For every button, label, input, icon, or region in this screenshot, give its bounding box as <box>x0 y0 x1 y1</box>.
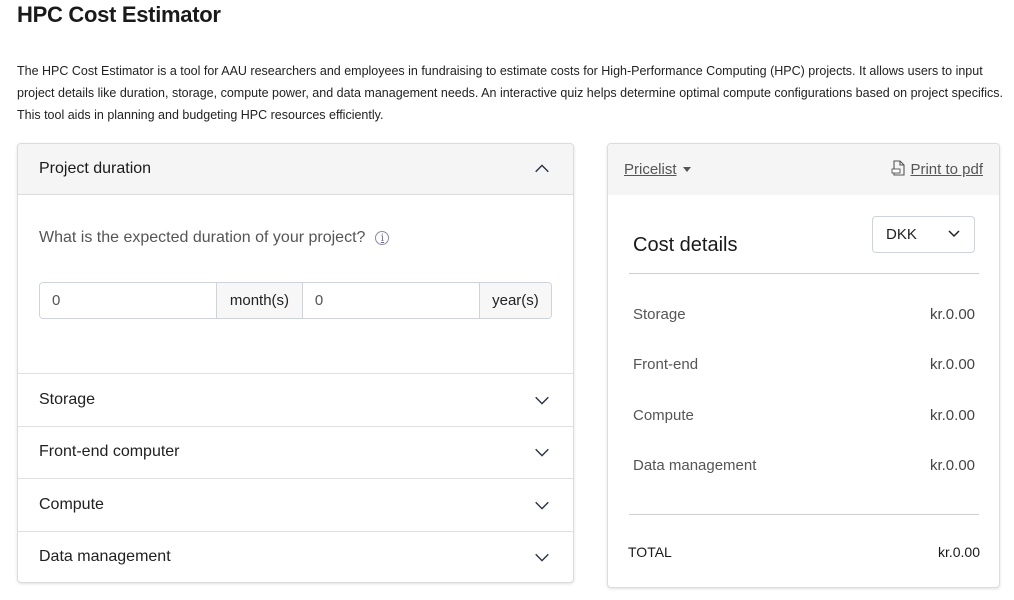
months-input[interactable] <box>40 283 216 318</box>
cost-details-heading: Cost details <box>633 234 738 256</box>
chevron-down-icon <box>532 390 552 410</box>
pricelist-dropdown[interactable]: Pricelist <box>624 161 691 178</box>
cost-row-amount: kr.0.00 <box>929 407 975 424</box>
currency-select[interactable]: DKK <box>872 216 975 253</box>
cost-row-label: Compute <box>633 407 694 424</box>
cost-row-label: Data management <box>633 457 757 474</box>
duration-question-text: What is the expected duration of your pr… <box>39 229 366 246</box>
cost-total: TOTAL kr.0.00 <box>628 544 980 560</box>
file-pdf-icon <box>891 159 906 180</box>
cost-row-front-end: Front-end kr.0.00 <box>633 356 975 373</box>
total-amount: kr.0.00 <box>937 544 980 560</box>
months-unit-label: month(s) <box>216 283 303 318</box>
accordion-title: Storage <box>39 390 96 408</box>
cost-row-amount: kr.0.00 <box>929 457 975 474</box>
caret-down-icon <box>682 167 691 172</box>
accordion-item-storage[interactable]: Storage <box>18 373 573 426</box>
cost-row-amount: kr.0.00 <box>929 356 975 373</box>
cost-row-label: Storage <box>633 306 686 323</box>
print-label: Print to pdf <box>910 161 983 178</box>
estimator-accordion: Project duration What is the expected du… <box>17 143 574 583</box>
chevron-down-icon <box>532 547 552 567</box>
accordion-item-compute[interactable]: Compute <box>18 478 573 531</box>
accordion-header-project-duration[interactable]: Project duration <box>18 144 573 195</box>
cost-row-data-management: Data management kr.0.00 <box>633 457 975 474</box>
accordion-title: Project duration <box>39 160 152 177</box>
accordion-title: Compute <box>39 495 104 513</box>
cost-row-compute: Compute kr.0.00 <box>633 407 975 424</box>
divider <box>629 514 979 515</box>
cost-panel: Pricelist Print to pdf Cost details DKK … <box>607 143 1000 588</box>
accordion-title: Data management <box>39 548 171 566</box>
print-to-pdf-button[interactable]: Print to pdf <box>891 159 983 180</box>
cost-panel-toolbar: Pricelist Print to pdf <box>608 144 999 195</box>
accordion-item-front-end-computer[interactable]: Front-end computer <box>18 425 573 479</box>
chevron-down-icon <box>532 495 552 515</box>
duration-question: What is the expected duration of your pr… <box>39 229 390 247</box>
years-input[interactable] <box>302 283 479 318</box>
project-duration-panel: What is the expected duration of your pr… <box>18 195 573 373</box>
cost-row-amount: kr.0.00 <box>929 306 975 323</box>
cost-row-label: Front-end <box>633 356 699 373</box>
duration-input-group: month(s) year(s) <box>39 282 552 319</box>
divider <box>629 273 979 274</box>
total-label: TOTAL <box>628 544 672 560</box>
accordion-item-data-management[interactable]: Data management <box>18 530 573 583</box>
chevron-up-icon <box>532 159 552 179</box>
chevron-down-icon <box>947 226 961 244</box>
page-title: HPC Cost Estimator <box>17 2 221 27</box>
intro-text: The HPC Cost Estimator is a tool for AAU… <box>17 64 1003 122</box>
chevron-down-icon <box>532 442 552 462</box>
pricelist-label: Pricelist <box>624 161 677 178</box>
info-icon[interactable]: i <box>375 231 390 245</box>
years-unit-label: year(s) <box>478 283 551 318</box>
currency-value: DKK <box>886 226 917 243</box>
cost-row-storage: Storage kr.0.00 <box>633 306 975 323</box>
accordion-title: Front-end computer <box>39 443 180 461</box>
